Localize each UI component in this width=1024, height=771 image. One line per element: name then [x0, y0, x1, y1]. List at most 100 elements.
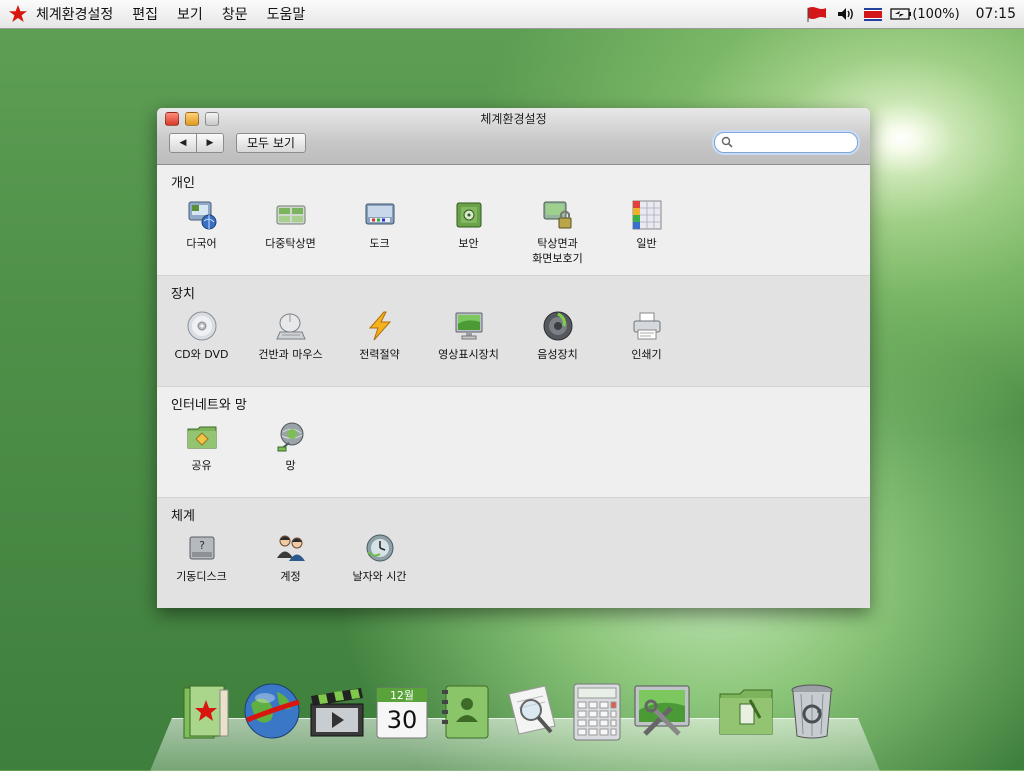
menu-help[interactable]: 도움말 — [267, 4, 306, 24]
pref-accounts[interactable]: 계정 — [246, 532, 335, 584]
menu-bar: 체계환경설정 편집 보기 창문 도움말 (100%) 07:15 — [0, 0, 1024, 29]
section-internet-network: 인터네트와 망 공유 망 — [157, 387, 870, 498]
dock-item-address-book[interactable] — [436, 680, 498, 742]
pref-cd-dvd[interactable]: CD와 DVD — [157, 310, 246, 362]
address-book-icon — [442, 685, 489, 739]
dock-item-library[interactable] — [176, 680, 238, 742]
globe-browser-icon — [244, 683, 300, 739]
clock[interactable]: 07:15 — [976, 6, 1016, 22]
status-tray: (100%) 07:15 — [798, 0, 1016, 28]
pref-network[interactable]: 망 — [246, 421, 335, 473]
pref-label: 인쇄기 — [631, 348, 662, 361]
document-magnifier-icon — [508, 685, 556, 735]
speaker-icon — [543, 311, 572, 341]
pref-label: 일반 — [636, 237, 657, 250]
dock-item-documents-folder[interactable] — [716, 680, 778, 742]
pref-language[interactable]: 다국어 — [157, 199, 246, 266]
dock-item-document-viewer[interactable] — [501, 680, 563, 742]
trash-icon — [791, 684, 833, 739]
pref-printer[interactable]: 인쇄기 — [602, 310, 691, 362]
calendar-month: 12월 — [390, 689, 414, 702]
battery-percent: (100%) — [912, 6, 960, 22]
startup-disk-icon: ? — [189, 536, 214, 560]
section-title: 인터네트와 망 — [171, 398, 247, 413]
search-field[interactable] — [714, 132, 858, 153]
lightning-icon — [368, 311, 391, 341]
desktop-lock-icon — [543, 201, 571, 229]
battery-icon — [890, 8, 912, 20]
pref-startup-disk[interactable]: ? 기동디스크 — [157, 532, 246, 584]
pref-label: 탁상면과 화면보호기 — [532, 237, 583, 265]
disc-icon — [187, 311, 216, 341]
dock: 12월 30 — [176, 680, 846, 742]
pref-label: 영상표시장치 — [438, 348, 499, 361]
dock-item-calculator[interactable] — [566, 680, 628, 742]
pref-label: CD와 DVD — [174, 348, 229, 361]
dock-item-browser[interactable] — [241, 680, 303, 742]
color-grid-icon — [632, 200, 661, 230]
pref-label: 전력절약 — [359, 348, 400, 361]
back-forward-group: ◀ ▶ — [169, 133, 224, 153]
globe-flag-icon — [188, 201, 216, 230]
menu-view[interactable]: 보기 — [177, 4, 203, 24]
section-hardware: 장치 CD와 DVD 건반과 마우스 전력절약 영상표시장치 음성장치 인쇄기 — [157, 276, 870, 387]
svg-text:?: ? — [199, 539, 205, 552]
battery-indicator[interactable]: (100%) — [890, 6, 960, 22]
monitor-icon — [455, 312, 482, 340]
search-input[interactable] — [737, 134, 851, 148]
section-title: 개인 — [171, 176, 195, 191]
pref-date-time[interactable]: 날자와 시간 — [335, 532, 424, 584]
network-globe-icon — [277, 422, 303, 452]
dock-item-system-preferences[interactable] — [631, 680, 693, 742]
pref-keyboard-mouse[interactable]: 건반과 마우스 — [246, 310, 335, 362]
dprk-flag-icon[interactable] — [806, 6, 828, 22]
clapperboard-icon — [310, 688, 364, 737]
pref-sharing[interactable]: 공유 — [157, 421, 246, 473]
folder-icon — [719, 689, 773, 735]
search-icon — [721, 136, 733, 148]
input-language-flag-icon[interactable] — [864, 7, 883, 21]
pref-sound[interactable]: 음성장치 — [513, 310, 602, 362]
mouse-icon — [275, 313, 306, 340]
menu-edit[interactable]: 편집 — [132, 4, 158, 24]
pref-general[interactable]: 일반 — [602, 199, 691, 266]
pref-label: 기동디스크 — [176, 570, 227, 583]
dock-item-calendar[interactable]: 12월 30 — [371, 680, 433, 742]
forward-button[interactable]: ▶ — [196, 134, 223, 152]
pref-energy-saver[interactable]: 전력절약 — [335, 310, 424, 362]
section-title: 장치 — [171, 287, 195, 302]
pref-label: 다국어 — [186, 237, 217, 250]
dock-item-video[interactable] — [306, 680, 368, 742]
section-system: 체계 ? 기동디스크 계정 날자와 시간 — [157, 498, 870, 608]
pref-label: 망 — [285, 459, 296, 472]
pref-spaces[interactable]: 다중탁상면 — [246, 199, 335, 266]
window-titlebar[interactable]: 체계환경설정 ◀ ▶ 모두 보기 — [157, 108, 870, 165]
system-preferences-icon — [634, 685, 690, 736]
show-all-button[interactable]: 모두 보기 — [236, 133, 306, 153]
section-title: 체계 — [171, 509, 195, 524]
pref-dock[interactable]: 도크 — [335, 199, 424, 266]
shared-folder-icon — [187, 426, 216, 449]
pref-label: 보안 — [458, 237, 479, 250]
red-star-book-icon — [183, 685, 229, 739]
back-button[interactable]: ◀ — [170, 134, 196, 152]
menu-window[interactable]: 창문 — [222, 4, 248, 24]
pref-label: 도크 — [369, 237, 390, 250]
pref-label: 날자와 시간 — [352, 570, 407, 583]
pref-label: 계정 — [280, 570, 301, 583]
pref-displays[interactable]: 영상표시장치 — [424, 310, 513, 362]
app-menu[interactable]: 체계환경설정 — [36, 4, 113, 24]
printer-icon — [633, 312, 660, 340]
pref-label: 다중탁상면 — [265, 237, 316, 250]
red-star-icon[interactable] — [8, 4, 28, 24]
calendar-day: 30 — [387, 706, 418, 734]
dock-item-trash[interactable] — [781, 680, 843, 742]
pref-security[interactable]: 보안 — [424, 199, 513, 266]
safe-icon — [456, 202, 481, 228]
clock-globe-icon — [366, 534, 393, 562]
section-personal: 개인 다국어 다중탁상면 도크 보안 탁상면과 화면보호기 일반 — [157, 165, 870, 276]
pref-desktop-screensaver[interactable]: 탁상면과 화면보호기 — [513, 199, 602, 266]
calculator-icon — [573, 683, 621, 741]
pref-label: 건반과 마우스 — [258, 348, 323, 361]
volume-icon[interactable] — [836, 6, 856, 22]
